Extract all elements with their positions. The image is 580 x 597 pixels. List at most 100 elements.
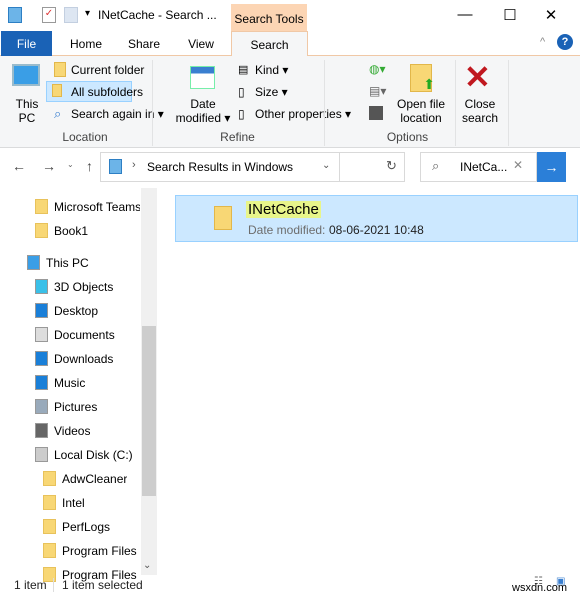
nav-scrollbar-thumb[interactable]: [142, 326, 156, 496]
divider: [508, 60, 509, 146]
label: search: [461, 111, 499, 125]
tab-search[interactable]: Search: [231, 31, 308, 57]
back-button[interactable]: ←: [12, 158, 26, 174]
label: Open file: [396, 97, 446, 111]
calendar-icon: [190, 66, 215, 89]
other-properties-button[interactable]: Other properties ▾: [255, 107, 351, 121]
status-item-count: 1 item: [14, 578, 47, 592]
nav-item[interactable]: Desktop: [54, 304, 98, 318]
divider: [324, 60, 325, 146]
advanced-options-icon[interactable]: ▤▾: [369, 84, 386, 98]
nav-item[interactable]: Music: [54, 376, 85, 390]
nav-item[interactable]: Local Disk (C:): [54, 448, 133, 462]
customize-quick-access-icon[interactable]: ▾: [85, 8, 90, 19]
nav-item-icon: [43, 543, 56, 558]
watermark: wsxdn.com: [512, 582, 568, 594]
nav-item[interactable]: Program Files: [62, 544, 137, 558]
other-properties-icon: ▯: [238, 107, 245, 121]
divider: [455, 60, 456, 146]
open-file-location-button[interactable]: Open file location: [392, 97, 450, 125]
nav-item-icon: [35, 423, 48, 438]
nav-item[interactable]: 3D Objects: [54, 280, 113, 294]
divider: [152, 60, 153, 146]
tab-file[interactable]: File: [1, 31, 52, 56]
tab-view[interactable]: View: [176, 31, 226, 56]
this-pc-icon: [12, 64, 40, 86]
forward-button[interactable]: →: [42, 158, 56, 174]
window-title: INetCache - Search ...: [98, 8, 217, 22]
nav-item[interactable]: Downloads: [54, 352, 113, 366]
refresh-button[interactable]: ↻: [386, 158, 397, 174]
recent-locations-icon[interactable]: ⌄: [67, 160, 74, 169]
address-dropdown-icon[interactable]: ⌄: [322, 160, 330, 171]
help-icon[interactable]: ?: [557, 34, 573, 50]
nav-item-icon: [35, 223, 48, 238]
nav-item-icon: [35, 303, 48, 318]
clear-search-icon[interactable]: ✕: [513, 158, 523, 172]
tab-home[interactable]: Home: [60, 31, 112, 56]
maximize-button[interactable]: ☐: [495, 6, 525, 24]
properties-icon[interactable]: ✓: [42, 7, 56, 23]
scroll-down-button[interactable]: ⌄: [143, 560, 151, 571]
save-search-icon[interactable]: [369, 106, 383, 120]
group-options: Options: [386, 130, 429, 144]
current-folder-button[interactable]: Current folder: [71, 63, 144, 77]
folder-icon: [54, 62, 66, 77]
label: location: [400, 111, 442, 125]
context-tab-search-tools: Search Tools: [231, 4, 307, 31]
date-value: 08-06-2021 10:48: [329, 223, 424, 237]
all-subfolders-label: All subfolders: [71, 85, 144, 99]
nav-item[interactable]: Book1: [54, 224, 88, 238]
search-icon: ⌕: [432, 158, 440, 173]
breadcrumb-chevron-icon: ›: [132, 159, 136, 171]
recent-searches-icon[interactable]: ◍▾: [369, 62, 386, 76]
subfolders-icon: [52, 84, 62, 97]
nav-item[interactable]: AdwCleaner: [62, 472, 127, 486]
this-pc-button[interactable]: This PC: [8, 97, 46, 125]
nav-item[interactable]: Documents: [54, 328, 115, 342]
nav-item-icon: [35, 375, 48, 390]
label: Search again in: [71, 107, 155, 121]
open-location-icon: ⬆: [410, 64, 435, 92]
label: Kind: [255, 63, 280, 77]
new-folder-icon[interactable]: [64, 7, 78, 23]
group-refine: Refine: [220, 130, 255, 144]
search-again-button[interactable]: Search again in ▾: [71, 107, 164, 121]
nav-item-icon: [43, 519, 56, 534]
tab-share[interactable]: Share: [116, 31, 172, 56]
nav-item-icon: [35, 327, 48, 342]
label: PC: [18, 111, 36, 125]
result-name: INetCache: [246, 201, 321, 218]
nav-item[interactable]: This PC: [46, 256, 89, 270]
search-value: INetCa...: [460, 160, 508, 174]
nav-item-icon: [43, 495, 56, 510]
search-again-icon: ⌕: [54, 106, 62, 121]
nav-item[interactable]: Intel: [62, 496, 85, 510]
nav-item[interactable]: PerfLogs: [62, 520, 110, 534]
label: Date: [190, 97, 216, 111]
close-search-button[interactable]: Close search: [458, 97, 502, 125]
nav-item[interactable]: Microsoft Teams: [54, 200, 140, 214]
close-button[interactable]: ✕: [536, 6, 566, 24]
divider: [339, 152, 340, 182]
status-selected: 1 item selected: [62, 578, 143, 592]
size-button[interactable]: Size ▾: [255, 85, 288, 99]
nav-item-icon: [35, 447, 48, 462]
nav-item-icon: [27, 255, 40, 270]
nav-item-icon: [35, 279, 48, 294]
breadcrumb[interactable]: Search Results in Windows: [147, 160, 293, 174]
group-location: Location: [62, 130, 108, 144]
search-results-icon: [109, 159, 122, 174]
kind-button[interactable]: Kind ▾: [255, 63, 288, 77]
collapse-ribbon-icon[interactable]: ^: [540, 36, 545, 48]
minimize-button[interactable]: —: [450, 6, 480, 23]
label: modified: [175, 111, 221, 125]
search-go-button[interactable]: →: [537, 152, 566, 182]
up-button[interactable]: ↑: [86, 158, 93, 174]
date-label: Date modified:: [248, 223, 326, 237]
label: This: [15, 97, 39, 111]
date-modified-button[interactable]: Date modified ▾: [172, 97, 234, 125]
divider: [53, 578, 54, 592]
nav-item[interactable]: Pictures: [54, 400, 97, 414]
nav-item[interactable]: Videos: [54, 424, 90, 438]
